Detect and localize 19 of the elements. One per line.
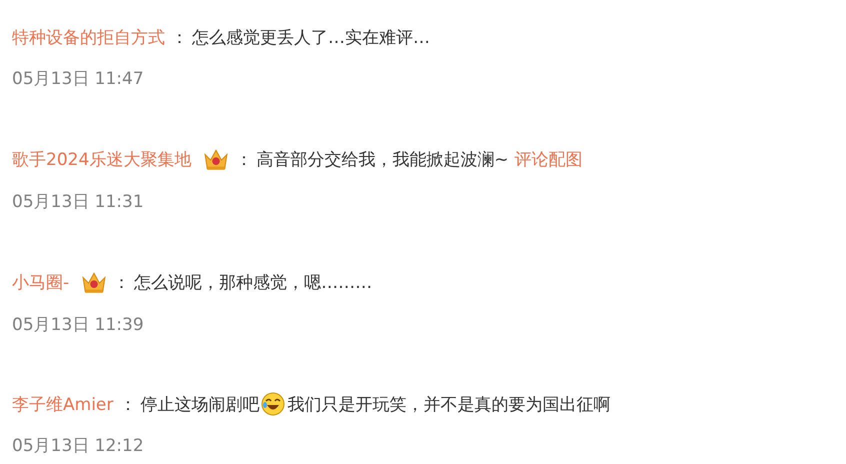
- image-link[interactable]: 评论配图: [514, 148, 583, 170]
- timestamp: 05月13日 11:31: [12, 191, 145, 213]
- comment-text: 停止这场闹剧吧: [140, 394, 260, 416]
- username-link[interactable]: 李子维Amier: [12, 392, 114, 416]
- username-link[interactable]: 歌手2024乐迷大聚集地: [12, 148, 192, 170]
- username-link[interactable]: 特种设备的拒自方式: [12, 26, 165, 49]
- comment-text: 高音部分交给我，我能掀起波澜~: [256, 148, 509, 170]
- comment-text: 我们只是开玩笑，并不是真的要为国出征啊: [287, 394, 610, 416]
- timestamp: 05月13日 11:39: [12, 314, 145, 336]
- colon-text: ：: [171, 27, 188, 49]
- username-link[interactable]: 小马圈-: [12, 270, 70, 294]
- comment-text: 怎么说呢，那种感觉，嗯………: [134, 272, 372, 294]
- timestamp: 05月13日 11:47: [12, 68, 145, 90]
- colon-text: ：: [113, 272, 130, 294]
- timestamp: 05月13日 12:12: [12, 435, 145, 457]
- colon-text: ：: [119, 394, 136, 416]
- laughing-face-icon: [261, 392, 286, 416]
- comment-text: 怎么感觉更丢人了…实在难评…: [192, 27, 430, 49]
- colon-text: ：: [235, 148, 252, 170]
